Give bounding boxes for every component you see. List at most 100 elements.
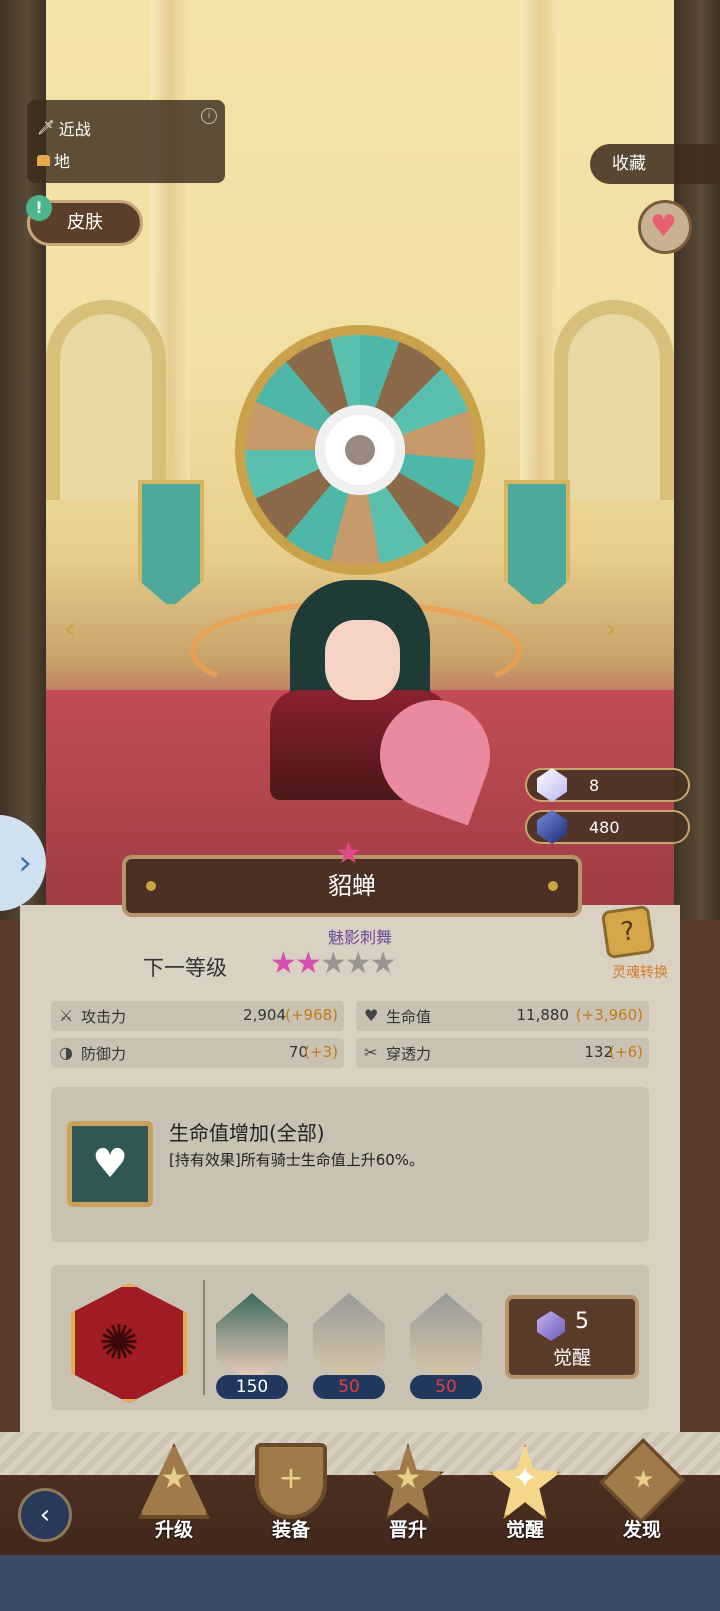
stat-label: 穿透力 [386, 1045, 432, 1063]
tab-label: 晋升 [388, 1519, 427, 1541]
stat-hp: ♥ 生命值 11,880 (+3,960) [356, 1001, 649, 1031]
stat-value: 2,904 [243, 1006, 286, 1024]
star-filled-icon: ★ [294, 946, 322, 981]
terrain-icon [37, 154, 50, 166]
effect-title: 生命值增加(全部) [169, 1121, 325, 1145]
arch-decoration [554, 300, 674, 500]
arch-decoration [46, 300, 166, 500]
awaken-button[interactable]: 5 觉醒 [505, 1295, 639, 1379]
heart-plus-icon: ♥ [67, 1121, 153, 1207]
soul-transfer-icon[interactable]: ? [600, 904, 656, 960]
material-slot-icon [313, 1293, 385, 1381]
attack-type-label: 近战 [58, 120, 91, 139]
awaken-cost: 5 [575, 1309, 589, 1334]
heart-icon: ♥ [650, 209, 677, 244]
tab-awaken[interactable]: ✦ 觉醒 [475, 1443, 575, 1553]
star-empty-icon: ★ [319, 946, 347, 981]
plate-dot-icon [548, 881, 558, 891]
back-button[interactable]: ‹ [18, 1488, 72, 1542]
plate-dot-icon [146, 881, 156, 891]
star-icon: ★ [372, 1443, 444, 1519]
gear-emblem [315, 405, 405, 495]
material-count: 50 [313, 1375, 385, 1399]
collect-button[interactable]: 收藏 [590, 144, 720, 184]
next-arrow-icon[interactable]: › [605, 612, 617, 645]
tab-promotion[interactable]: ★ 晋升 [358, 1443, 458, 1553]
chevron-left-icon: ‹ [39, 1500, 51, 1530]
stat-bonus: (+6) [609, 1043, 643, 1061]
tab-discover[interactable]: ★ 发现 [592, 1438, 692, 1553]
nav-bottom-bar [0, 1555, 720, 1611]
tab-label: 升级 [154, 1519, 193, 1541]
awaken-material-slot[interactable]: 50 [313, 1293, 385, 1399]
star-empty-icon: ★ [369, 946, 397, 981]
stat-bonus: (+3,960) [575, 1006, 643, 1024]
awaken-material-hero[interactable]: 150 [216, 1293, 288, 1399]
tab-label: 装备 [271, 1519, 310, 1541]
tab-upgrade[interactable]: ★ 升级 [124, 1443, 224, 1553]
material-count: 50 [410, 1375, 482, 1399]
effect-description: [持有效果]所有骑士生命值上升60%。 [169, 1151, 425, 1169]
divider [203, 1280, 205, 1395]
awaken-emblem[interactable]: ✺ [71, 1283, 187, 1403]
shield-icon: ◑ [59, 1043, 73, 1062]
stat-penetration: ✂ 穿透力 132 (+6) [356, 1038, 649, 1068]
stained-glass-window [235, 325, 485, 575]
sword-icon: ⚔ [59, 1006, 74, 1025]
banner-decoration [504, 480, 570, 608]
rank-star-icon: ★ [335, 836, 362, 871]
dark-gem-icon [537, 810, 567, 844]
crystal-icon [537, 1311, 565, 1341]
stat-label: 生命值 [386, 1008, 432, 1026]
terrain-label: 地 [54, 152, 71, 171]
hero-info-box[interactable]: 🗡 近战 地 i [27, 100, 225, 183]
stat-attack: ⚔ 攻击力 2,904 (+968) [51, 1001, 344, 1031]
upgrade-icon: ★ [138, 1443, 210, 1519]
stat-bonus: (+968) [285, 1006, 338, 1024]
hero-name: 貂蝉 [328, 872, 376, 900]
hero-character-sprite[interactable] [190, 540, 522, 826]
hero-face [325, 620, 400, 700]
crystal-count: 8 [589, 776, 600, 795]
soul-transfer-label[interactable]: 灵魂转换 [612, 962, 668, 982]
stat-value: 11,880 [516, 1006, 570, 1024]
diamond-star-icon: ★ [599, 1438, 685, 1524]
terrain-row: 地 [37, 148, 70, 172]
heart-icon: ♥ [364, 1006, 379, 1025]
next-level-label: 下一等级 [143, 956, 227, 980]
stat-label: 防御力 [81, 1045, 127, 1063]
holding-effect-box: ♥ 生命值增加(全部) [持有效果]所有骑士生命值上升60%。 [51, 1087, 649, 1242]
attack-type-row: 🗡 近战 [37, 116, 91, 140]
favorite-heart-button[interactable]: ♥ [638, 200, 692, 254]
sparkle-icon: ✦ [489, 1443, 561, 1519]
hero-portrait-icon [216, 1293, 288, 1381]
shield-icon: + [255, 1443, 327, 1519]
crystal-counter[interactable]: 8 [525, 768, 690, 802]
skin-button-label: 皮肤 [67, 212, 103, 233]
pierce-icon: ✂ [364, 1043, 378, 1062]
dark-gem-counter[interactable]: 480 [525, 810, 690, 844]
alert-icon: ! [26, 195, 52, 221]
star-rating: ★★★★★ [270, 946, 397, 981]
stat-bonus: (+3) [304, 1043, 338, 1061]
material-count: 150 [216, 1375, 288, 1399]
prev-arrow-icon[interactable]: ‹ [64, 612, 76, 645]
awaken-section: ✺ 150 50 50 5 觉醒 [51, 1265, 649, 1410]
awaken-button-label: 觉醒 [552, 1347, 591, 1369]
collect-label: 收藏 [612, 154, 646, 174]
info-icon[interactable]: i [201, 108, 217, 124]
star-filled-icon: ★ [270, 946, 297, 981]
sword-icon: 🗡 [37, 120, 55, 136]
dark-gem-count: 480 [589, 818, 620, 837]
stat-defense: ◑ 防御力 70 (+3) [51, 1038, 344, 1068]
star-empty-icon: ★ [344, 946, 372, 981]
awaken-material-slot[interactable]: 50 [410, 1293, 482, 1399]
material-slot-icon [410, 1293, 482, 1381]
crystal-icon [537, 768, 567, 802]
stat-label: 攻击力 [81, 1008, 127, 1026]
tab-label: 发现 [622, 1519, 661, 1541]
banner-decoration [138, 480, 204, 608]
tab-label: 觉醒 [505, 1519, 544, 1541]
tab-equipment[interactable]: + 装备 [241, 1443, 341, 1553]
fan-icon: ✺ [99, 1315, 140, 1371]
